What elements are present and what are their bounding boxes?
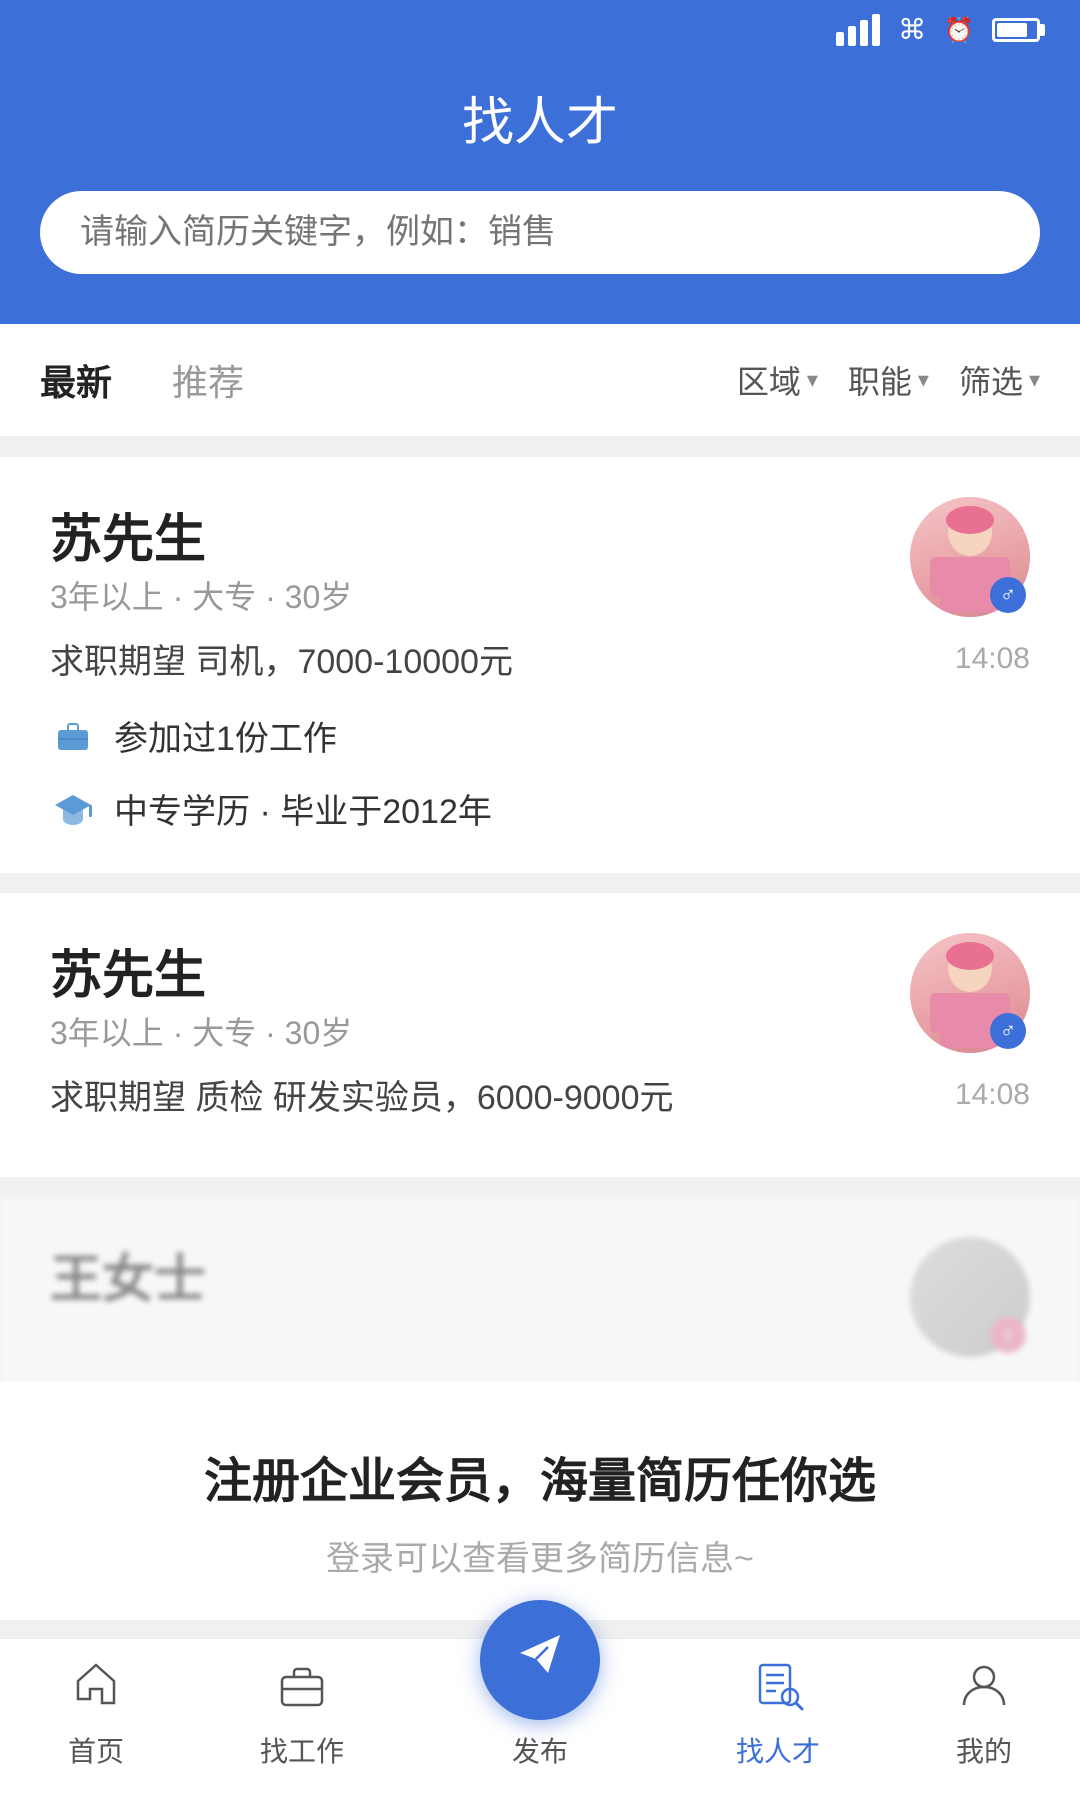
candidate-card[interactable]: 苏先生 3年以上 · 大专 · 30岁 求职期望 司机，7000-10000元 [0, 457, 1080, 873]
nav-find-talent-label: 找人才 [736, 1730, 820, 1770]
candidate-expect: 求职期望 质检 研发实验员，6000-9000元 [50, 1070, 674, 1119]
nav-find-job[interactable]: 找工作 [260, 1659, 344, 1770]
nav-home[interactable]: 首页 [68, 1659, 124, 1770]
candidates-list: 苏先生 3年以上 · 大专 · 30岁 求职期望 司机，7000-10000元 [0, 437, 1080, 1640]
gender-badge-male: ♂ [990, 1013, 1026, 1049]
chevron-down-icon: ▾ [807, 367, 818, 393]
nav-home-label: 首页 [68, 1730, 124, 1770]
person-icon [958, 1659, 1010, 1720]
clock-icon: ⏰ [944, 16, 974, 45]
nav-mine-label: 我的 [956, 1730, 1012, 1770]
signal-icon [836, 14, 880, 46]
candidate-name: 王女士 [50, 1237, 206, 1312]
candidate-card[interactable]: 苏先生 3年以上 · 大专 · 30岁 求职期望 质检 研发实验员，6000-9… [0, 893, 1080, 1177]
search-bar[interactable] [40, 191, 1040, 274]
tab-recommend[interactable]: 推荐 [172, 354, 244, 406]
candidate-expect: 求职期望 司机，7000-10000元 [50, 634, 513, 683]
work-history: 参加过1份工作 [114, 711, 337, 760]
gender-badge-female: ♀ [990, 1317, 1026, 1353]
send-icon [512, 1625, 568, 1694]
search-doc-icon [752, 1659, 804, 1720]
search-input[interactable] [80, 213, 1000, 252]
publish-button[interactable] [480, 1600, 600, 1720]
filter-screen[interactable]: 筛选 ▾ [959, 357, 1040, 403]
tab-latest[interactable]: 最新 [40, 354, 112, 406]
tabs-row: 最新 推荐 区域 ▾ 职能 ▾ 筛选 ▾ [0, 324, 1080, 437]
avatar: ♀ [910, 1237, 1030, 1357]
status-bar: ⌘ ⏰ [0, 0, 1080, 60]
graduation-icon [50, 786, 96, 832]
chevron-down-icon: ▾ [918, 367, 929, 393]
candidate-card-blurred: 王女士 ♀ [0, 1197, 1080, 1391]
briefcase-nav-icon [276, 1659, 328, 1720]
avatar: ♂ [910, 933, 1030, 1053]
nav-find-job-label: 找工作 [260, 1730, 344, 1770]
bottom-navigation: 首页 找工作 发布 [0, 1638, 1080, 1800]
candidate-name: 苏先生 [50, 933, 674, 1008]
home-icon [70, 1659, 122, 1720]
nav-mine[interactable]: 我的 [956, 1659, 1012, 1770]
nav-find-talent[interactable]: 找人才 [736, 1659, 820, 1770]
candidate-name: 苏先生 [50, 497, 513, 572]
filter-function[interactable]: 职能 ▾ [848, 357, 929, 403]
nav-publish-label: 发布 [512, 1730, 568, 1770]
card-time: 14:08 [955, 1078, 1030, 1112]
candidate-info: 3年以上 · 大专 · 30岁 [50, 1008, 674, 1054]
education-info: 中专学历 · 毕业于2012年 [114, 784, 492, 833]
avatar: ♂ [910, 497, 1030, 617]
work-detail: 参加过1份工作 [50, 711, 1030, 760]
wifi-icon: ⌘ [898, 16, 926, 44]
filter-area[interactable]: 区域 ▾ [737, 357, 818, 403]
briefcase-icon [50, 713, 96, 759]
nav-publish[interactable]: 发布 [480, 1600, 600, 1770]
register-subtitle: 登录可以查看更多简历信息~ [50, 1531, 1030, 1580]
battery-icon [992, 18, 1040, 42]
register-title: 注册企业会员，海量简历任你选 [50, 1441, 1030, 1511]
page-title: 找人才 [40, 80, 1040, 155]
candidate-info: 3年以上 · 大专 · 30岁 [50, 572, 513, 618]
header: 找人才 [0, 60, 1080, 324]
education-detail: 中专学历 · 毕业于2012年 [50, 784, 1030, 833]
gender-badge-male: ♂ [990, 577, 1026, 613]
chevron-down-icon: ▾ [1029, 367, 1040, 393]
card-time: 14:08 [955, 642, 1030, 676]
register-overlay: 注册企业会员，海量简历任你选 登录可以查看更多简历信息~ [0, 1381, 1080, 1620]
